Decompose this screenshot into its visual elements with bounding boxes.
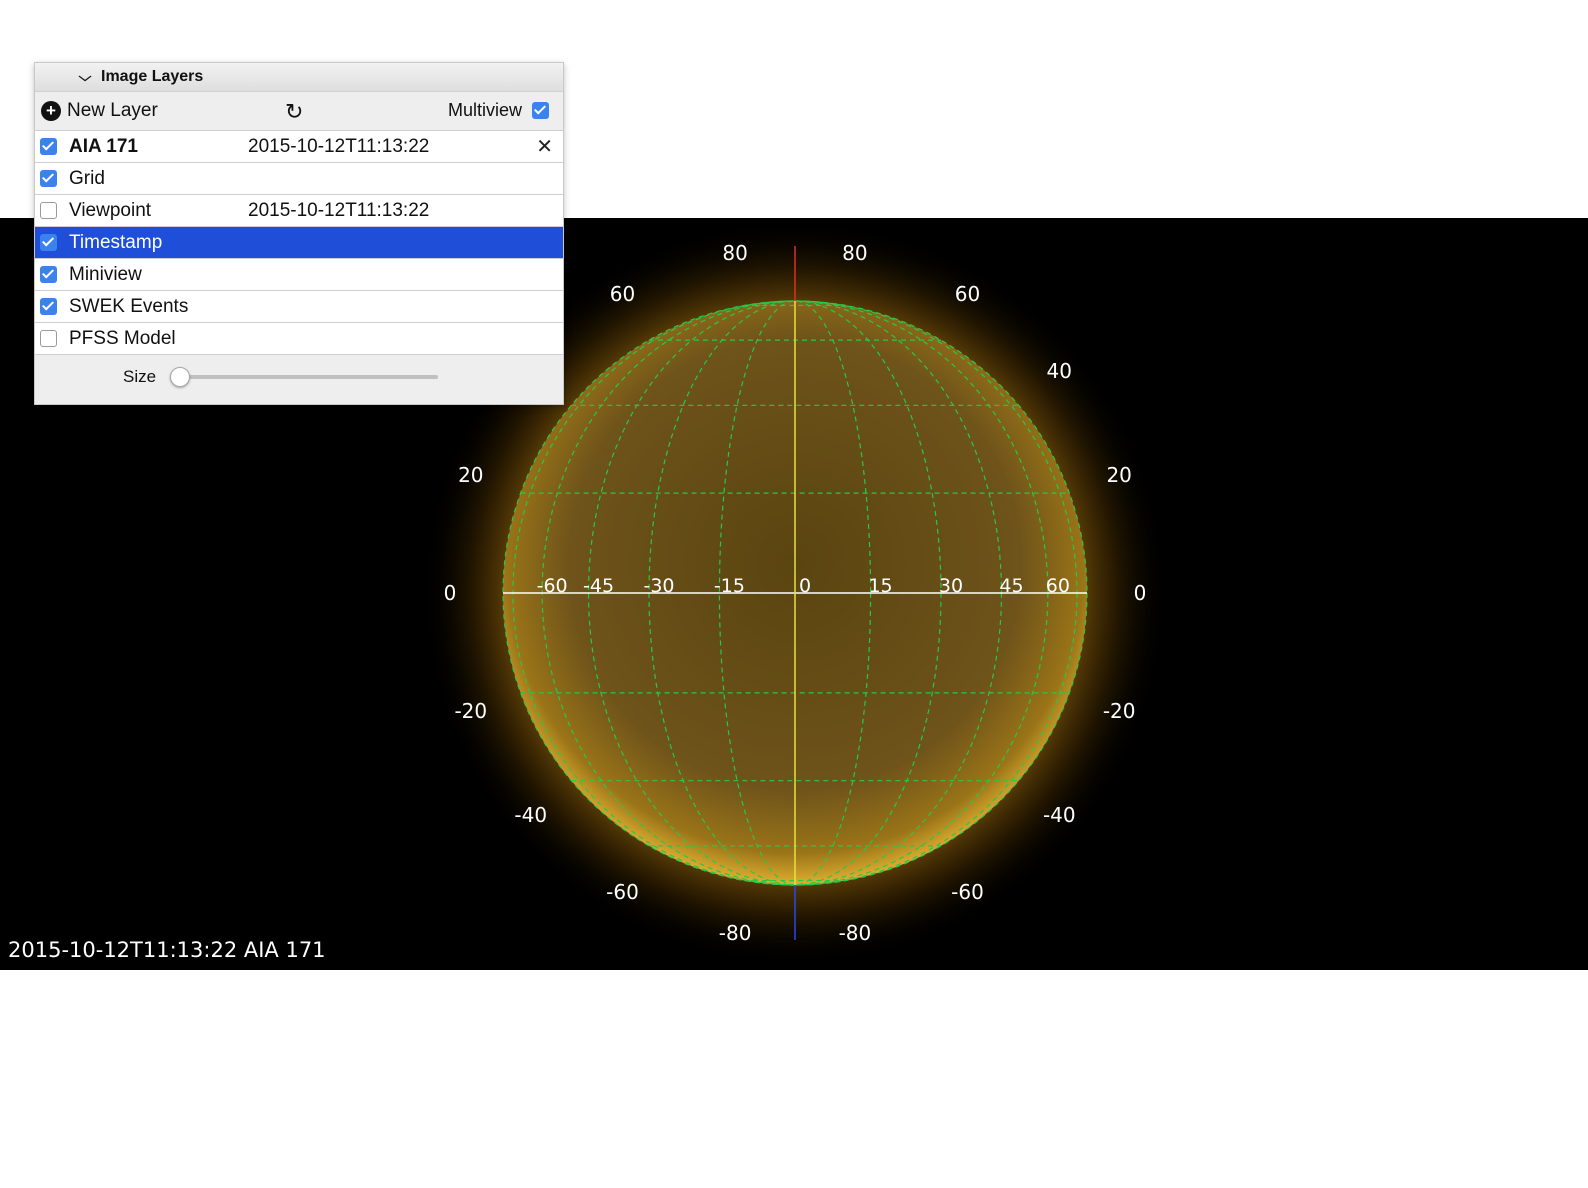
longitude-label: 45 [999, 575, 1023, 597]
latitude-label: 60 [610, 282, 635, 306]
multiview-label: Multiview [447, 100, 522, 120]
layer-visibility-checkbox[interactable] [40, 298, 57, 315]
latitude-label: 20 [1106, 463, 1131, 487]
longitude-label: 60 [1046, 575, 1070, 597]
panel-title: Image Layers [101, 68, 204, 85]
layer-visibility-checkbox[interactable] [40, 138, 57, 155]
longitude-label: 15 [868, 575, 892, 597]
layer-visibility-checkbox[interactable] [40, 266, 57, 283]
layer-name: Viewpoint [69, 199, 152, 221]
latitude-label: -60 [951, 880, 984, 904]
longitude-label: 0 [799, 575, 811, 597]
layer-list: AIA 171 2015-10-12T11:13:22 ✕ Grid Viewpoint… [35, 131, 563, 355]
size-slider[interactable] [170, 367, 439, 387]
new-layer-button[interactable]: + New Layer [41, 100, 158, 122]
layers-toolbar: + New Layer ↻ Multiview [35, 92, 563, 131]
latitude-label: -40 [1043, 803, 1076, 827]
layer-time: 2015-10-12T11:13:22 [248, 135, 430, 157]
latitude-label: 0 [444, 581, 457, 605]
layer-name: Grid [69, 167, 105, 189]
timestamp-overlay: 2015-10-12T11:13:22 AIA 171 [8, 938, 326, 962]
close-icon[interactable]: ✕ [536, 134, 553, 159]
longitude-label: -45 [583, 575, 614, 597]
latitude-label: -60 [606, 880, 639, 904]
size-control: Size [35, 355, 563, 399]
layer-name: PFSS Model [69, 327, 176, 349]
latitude-label: -20 [1103, 699, 1136, 723]
panel-header[interactable]: ⌵ Image Layers [35, 63, 563, 92]
latitude-label: 0 [1134, 581, 1147, 605]
layer-time: 2015-10-12T11:13:22 [248, 199, 430, 221]
latitude-label: -20 [454, 699, 487, 723]
size-label: Size [123, 367, 157, 386]
layer-row[interactable]: Timestamp [35, 227, 563, 259]
layer-row[interactable]: Viewpoint 2015-10-12T11:13:22 [35, 195, 563, 227]
latitude-label: 60 [955, 282, 980, 306]
longitude-label: -30 [643, 575, 674, 597]
latitude-label: -80 [719, 921, 752, 945]
layer-name: AIA 171 [69, 135, 138, 157]
longitude-label: -15 [714, 575, 745, 597]
latitude-label: -40 [514, 803, 547, 827]
layer-row[interactable]: Grid [35, 163, 563, 195]
longitude-label: 30 [939, 575, 963, 597]
layer-row[interactable]: AIA 171 2015-10-12T11:13:22 ✕ [35, 131, 563, 163]
chevron-down-icon[interactable]: ⌵ [75, 69, 96, 85]
latitude-label: 80 [722, 241, 747, 265]
layer-name: Timestamp [69, 231, 163, 253]
latitude-label: 80 [842, 241, 867, 265]
plus-circle-icon: + [41, 101, 61, 121]
layer-row[interactable]: SWEK Events [35, 291, 563, 323]
size-slider-handle[interactable] [170, 367, 191, 387]
layer-visibility-checkbox[interactable] [40, 330, 57, 347]
multiview-checkbox[interactable] [532, 102, 549, 119]
new-layer-label: New Layer [67, 100, 158, 121]
latitude-label: -80 [839, 921, 872, 945]
layer-name: SWEK Events [69, 295, 189, 317]
latitude-label: 20 [458, 463, 483, 487]
sync-icon[interactable]: ↻ [285, 99, 303, 125]
layer-name: Miniview [69, 263, 142, 285]
layer-row[interactable]: PFSS Model [35, 323, 563, 355]
layer-visibility-checkbox[interactable] [40, 170, 57, 187]
layer-visibility-checkbox[interactable] [40, 202, 57, 219]
image-layers-panel: ⌵ Image Layers + New Layer ↻ Multiview A… [34, 62, 564, 405]
latitude-label: 40 [1047, 359, 1072, 383]
multiview-toggle[interactable]: Multiview [448, 100, 549, 121]
layer-visibility-checkbox[interactable] [40, 234, 57, 251]
longitude-label: -60 [537, 575, 568, 597]
layer-row[interactable]: Miniview [35, 259, 563, 291]
